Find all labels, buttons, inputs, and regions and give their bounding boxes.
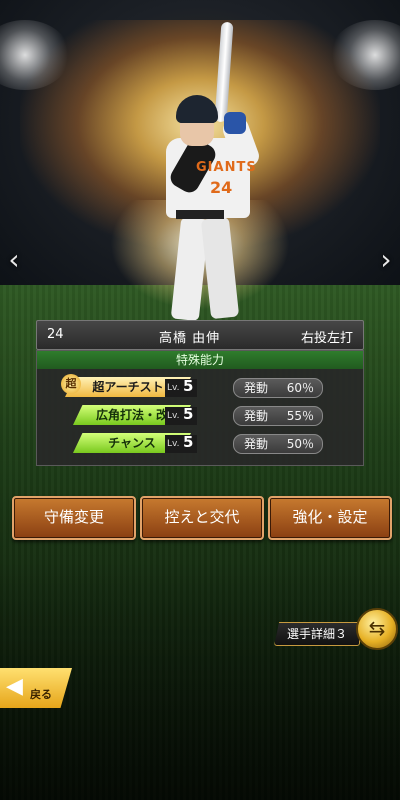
ability-row[interactable]: 広角打法・改 Lv. 5 発動 55％ xyxy=(37,405,363,427)
back-arrow-icon: ◀ xyxy=(6,674,23,699)
effect-label: 発動 xyxy=(244,409,269,423)
effect-value: 50％ xyxy=(286,437,314,451)
player-handedness: 右投左打 xyxy=(300,331,353,346)
back-button[interactable]: ◀ 戻る xyxy=(0,668,72,708)
player-number: 24 xyxy=(47,327,64,342)
chevron-left-icon[interactable]: ‹ xyxy=(2,244,26,276)
player-name: 高橋 由伸 xyxy=(159,331,221,346)
swap-arrows-icon[interactable]: ⇆ xyxy=(356,608,398,650)
player-info-bar: 24 高橋 由伸 右投左打 xyxy=(36,320,364,350)
ability-level: 5 xyxy=(183,405,194,423)
batting-glove xyxy=(224,112,246,134)
special-abilities-panel: 特殊能力 超アーチスト 超 Lv. 5 発動 60％ 広角打法・改 Lv. 5 … xyxy=(36,350,364,466)
ability-effect: 発動 60％ xyxy=(233,378,323,398)
ability-row[interactable]: 超アーチスト 超 Lv. 5 発動 60％ xyxy=(37,374,363,399)
bench-swap-button[interactable]: 控えと交代 xyxy=(140,496,264,540)
jersey-number: 24 xyxy=(210,178,233,197)
effect-label: 発動 xyxy=(244,437,269,451)
ability-level: 5 xyxy=(183,377,194,395)
effect-value: 55％ xyxy=(286,409,314,423)
ability-effect: 発動 55％ xyxy=(233,406,323,426)
jersey-team-text: GIANTS xyxy=(196,160,257,175)
ability-row[interactable]: チャンス Lv. 5 発動 50％ xyxy=(37,433,363,455)
ability-effect: 発動 50％ xyxy=(233,434,323,454)
defense-change-button[interactable]: 守備変更 xyxy=(12,496,136,540)
player-detail-button[interactable]: 選手詳細３ xyxy=(274,622,360,646)
enhance-settings-button[interactable]: 強化・設定 xyxy=(268,496,392,540)
player-belt xyxy=(176,210,224,219)
abilities-header: 特殊能力 xyxy=(37,351,363,369)
back-label: 戻る xyxy=(30,688,52,701)
ability-level: 5 xyxy=(183,433,194,451)
super-badge-icon: 超 xyxy=(61,374,81,394)
effect-label: 発動 xyxy=(244,381,269,395)
chevron-right-icon[interactable]: › xyxy=(374,244,398,276)
effect-value: 60％ xyxy=(286,381,314,395)
